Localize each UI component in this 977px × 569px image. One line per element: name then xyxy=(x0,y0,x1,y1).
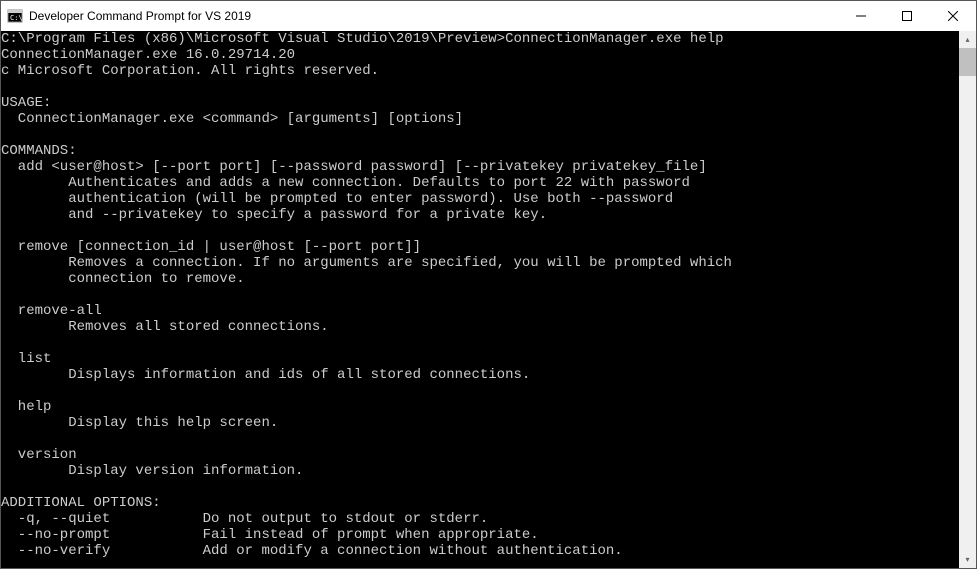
cmd-remove: remove [connection_id | user@host [--por… xyxy=(1,239,421,255)
app-icon: C:\ xyxy=(7,8,23,24)
window: C:\ Developer Command Prompt for VS 2019 xyxy=(0,0,977,569)
titlebar-buttons xyxy=(838,1,976,30)
cmd-add-desc: Authenticates and adds a new connection.… xyxy=(1,175,690,191)
svg-text:C:\: C:\ xyxy=(10,14,23,22)
terminal-output[interactable]: C:\Program Files (x86)\Microsoft Visual … xyxy=(1,31,959,568)
cmd-remove-desc: connection to remove. xyxy=(1,271,245,287)
cmd-add-desc: and --privatekey to specify a password f… xyxy=(1,207,547,223)
usage-line: ConnectionManager.exe <command> [argumen… xyxy=(1,111,463,127)
minimize-button[interactable] xyxy=(838,1,884,30)
cmd-list: list xyxy=(1,351,51,367)
cmd-version: version xyxy=(1,447,77,463)
cmd-help: help xyxy=(1,399,51,415)
titlebar[interactable]: C:\ Developer Command Prompt for VS 2019 xyxy=(1,1,976,31)
maximize-button[interactable] xyxy=(884,1,930,30)
scroll-down-button[interactable]: ▾ xyxy=(959,551,976,568)
copyright-line: c Microsoft Corporation. All rights rese… xyxy=(1,63,379,79)
cmd-removeall: remove-all xyxy=(1,303,102,319)
close-button[interactable] xyxy=(930,1,976,30)
commands-header: COMMANDS: xyxy=(1,143,77,159)
cmd-removeall-desc: Removes all stored connections. xyxy=(1,319,329,335)
opt-noverify: --no-verify Add or modify a connection w… xyxy=(1,543,623,559)
scroll-thumb[interactable] xyxy=(959,48,976,76)
version-line: ConnectionManager.exe 16.0.29714.20 xyxy=(1,47,295,63)
close-icon xyxy=(948,11,958,21)
cmd-add-desc: authentication (will be prompted to ente… xyxy=(1,191,673,207)
options-header: ADDITIONAL OPTIONS: xyxy=(1,495,161,511)
cmd-list-desc: Displays information and ids of all stor… xyxy=(1,367,530,383)
cmd-help-desc: Display this help screen. xyxy=(1,415,278,431)
content-wrapper: C:\Program Files (x86)\Microsoft Visual … xyxy=(1,31,976,568)
maximize-icon xyxy=(902,11,912,21)
cmd-remove-desc: Removes a connection. If no arguments ar… xyxy=(1,255,732,271)
opt-quiet: -q, --quiet Do not output to stdout or s… xyxy=(1,511,488,527)
cmd-add: add <user@host> [--port port] [--passwor… xyxy=(1,159,707,175)
scrollbar[interactable]: ▴ ▾ xyxy=(959,31,976,568)
cmd-version-desc: Display version information. xyxy=(1,463,303,479)
opt-noprompt: --no-prompt Fail instead of prompt when … xyxy=(1,527,539,543)
prompt-line: C:\Program Files (x86)\Microsoft Visual … xyxy=(1,31,724,47)
scroll-up-button[interactable]: ▴ xyxy=(959,31,976,48)
usage-header: USAGE: xyxy=(1,95,51,111)
window-title: Developer Command Prompt for VS 2019 xyxy=(29,9,838,23)
minimize-icon xyxy=(856,11,866,21)
